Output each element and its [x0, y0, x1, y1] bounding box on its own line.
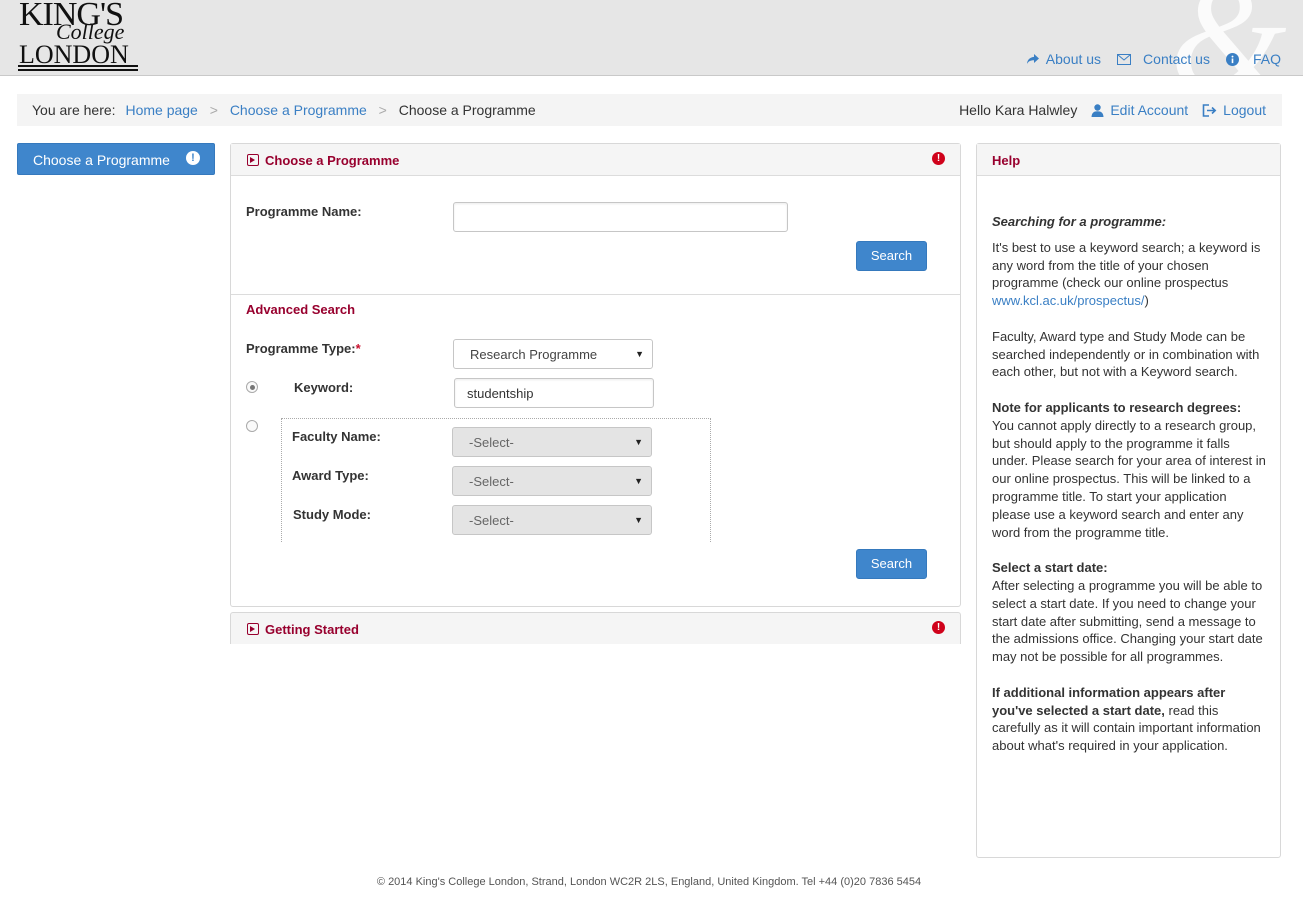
user-menu: Hello Kara Halwley Edit Account Logout	[959, 102, 1266, 118]
programme-type-select[interactable]: Research Programme ▼	[453, 339, 653, 369]
alert-icon: !	[932, 152, 945, 165]
logout-icon	[1202, 103, 1217, 117]
help-text: It's best to use a keyword search; a key…	[992, 239, 1261, 291]
breadcrumb-bar: You are here: Home page > Choose a Progr…	[17, 94, 1282, 126]
help-start-heading: Select a start date:	[992, 560, 1108, 576]
help-searching-paragraph: It's best to use a keyword search; a key…	[992, 239, 1268, 310]
help-title: Help	[992, 153, 1021, 168]
about-us-label: About us	[1045, 51, 1102, 67]
breadcrumb-home-link[interactable]: Home page	[125, 102, 197, 118]
contact-us-link[interactable]: Contact us	[1117, 51, 1210, 67]
programme-type-value: Research Programme	[470, 347, 598, 362]
header-links: About us Contact us FAQ	[1010, 51, 1281, 67]
breadcrumb-separator: >	[378, 102, 387, 118]
help-panel: Help Searching for a programme: It's bes…	[976, 143, 1281, 858]
alert-icon: !	[932, 621, 945, 634]
required-marker: *	[355, 341, 361, 356]
footer: © 2014 King's College London, Strand, Lo…	[376, 876, 922, 888]
search-button[interactable]: Search	[856, 241, 927, 271]
award-type-value: -Select-	[469, 474, 514, 489]
help-note-text: You cannot apply directly to a research …	[992, 417, 1266, 540]
divider	[231, 294, 960, 295]
panel-header: Help	[977, 144, 1280, 176]
edit-account-label: Edit Account	[1110, 102, 1189, 118]
dropdown-caret-icon: ▼	[634, 437, 643, 447]
dropdown-caret-icon: ▼	[634, 515, 643, 525]
help-content: Searching for a programme: It's best to …	[992, 213, 1268, 773]
advanced-search-title: Advanced Search	[246, 302, 356, 317]
advanced-search-button[interactable]: Search	[856, 549, 927, 579]
help-faculty-paragraph: Faculty, Award type and Study Mode can b…	[992, 328, 1260, 380]
award-type-label: Award Type:	[292, 468, 369, 483]
sidebar-item-choose-programme[interactable]: Choose a Programme !	[17, 143, 215, 175]
award-type-select[interactable]: -Select- ▼	[452, 466, 652, 496]
breadcrumb-prefix: You are here:	[32, 102, 116, 118]
help-note-paragraph: Note for applicants to research degrees:…	[992, 399, 1268, 541]
site-header: KING'S College LONDON & About us Contact…	[0, 0, 1303, 76]
faq-link[interactable]: FAQ	[1225, 51, 1281, 67]
faculty-name-label: Faculty Name:	[292, 429, 381, 444]
help-start-paragraph: Select a start date: After selecting a pr…	[992, 559, 1268, 666]
help-additional-paragraph: If additional information appears after …	[992, 684, 1268, 755]
logo-rule	[18, 65, 138, 67]
keyword-input[interactable]	[454, 378, 654, 408]
help-text: )	[1144, 293, 1149, 309]
filter-radio[interactable]	[246, 420, 258, 432]
panel-header[interactable]: Choose a Programme !	[231, 144, 960, 176]
study-mode-value: -Select-	[469, 513, 514, 528]
prospectus-link[interactable]: www.kcl.ac.uk/prospectus/	[992, 293, 1144, 308]
help-searching-heading: Searching for a programme:	[992, 213, 1268, 231]
breadcrumb: You are here: Home page > Choose a Progr…	[32, 102, 536, 118]
faculty-name-value: -Select-	[469, 435, 514, 450]
panel-title: Getting Started	[265, 622, 359, 637]
info-icon	[1225, 52, 1239, 66]
logout-label: Logout	[1223, 102, 1266, 118]
study-mode-label: Study Mode:	[293, 507, 371, 522]
kings-college-logo[interactable]: KING'S College LONDON	[18, 0, 142, 74]
getting-started-panel[interactable]: Getting Started !	[230, 612, 961, 644]
alert-icon: !	[186, 151, 200, 165]
help-note-heading: Note for applicants to research degrees:	[992, 399, 1242, 415]
programme-name-input[interactable]	[453, 202, 788, 232]
logo-rule	[18, 69, 138, 71]
faq-label: FAQ	[1252, 51, 1281, 67]
edit-account-link[interactable]: Edit Account	[1091, 102, 1188, 118]
programme-type-label: Programme Type:*	[246, 341, 361, 356]
breadcrumb-choose-programme-link[interactable]: Choose a Programme	[230, 102, 367, 118]
breadcrumb-current: Choose a Programme	[398, 102, 536, 118]
help-heading-text: Searching for a programme:	[992, 214, 1167, 229]
envelope-icon	[1117, 53, 1132, 65]
expand-toggle-icon[interactable]	[247, 623, 259, 635]
dropdown-caret-icon: ▼	[635, 349, 644, 359]
keyword-label: Keyword:	[294, 380, 354, 395]
contact-us-label: Contact us	[1143, 51, 1210, 67]
breadcrumb-separator: >	[209, 102, 218, 118]
study-mode-select[interactable]: -Select- ▼	[452, 505, 652, 535]
choose-programme-panel: Choose a Programme ! Programme Name: Sea…	[230, 143, 961, 607]
panel-title: Choose a Programme	[265, 153, 400, 168]
share-arrow-icon	[1026, 53, 1040, 65]
user-icon	[1091, 103, 1104, 117]
user-greeting: Hello Kara Halwley	[959, 102, 1078, 118]
sidebar-item-label: Choose a Programme	[33, 152, 170, 168]
keyword-radio[interactable]	[246, 381, 258, 393]
faculty-name-select[interactable]: -Select- ▼	[452, 427, 652, 457]
programme-type-label-text: Programme Type:	[246, 341, 356, 356]
about-us-link[interactable]: About us	[1026, 51, 1101, 67]
programme-name-label: Programme Name:	[246, 204, 362, 219]
collapse-toggle-icon[interactable]	[247, 154, 259, 166]
help-start-text: After selecting a programme you will be …	[992, 577, 1263, 665]
logout-link[interactable]: Logout	[1202, 102, 1266, 118]
dropdown-caret-icon: ▼	[634, 476, 643, 486]
